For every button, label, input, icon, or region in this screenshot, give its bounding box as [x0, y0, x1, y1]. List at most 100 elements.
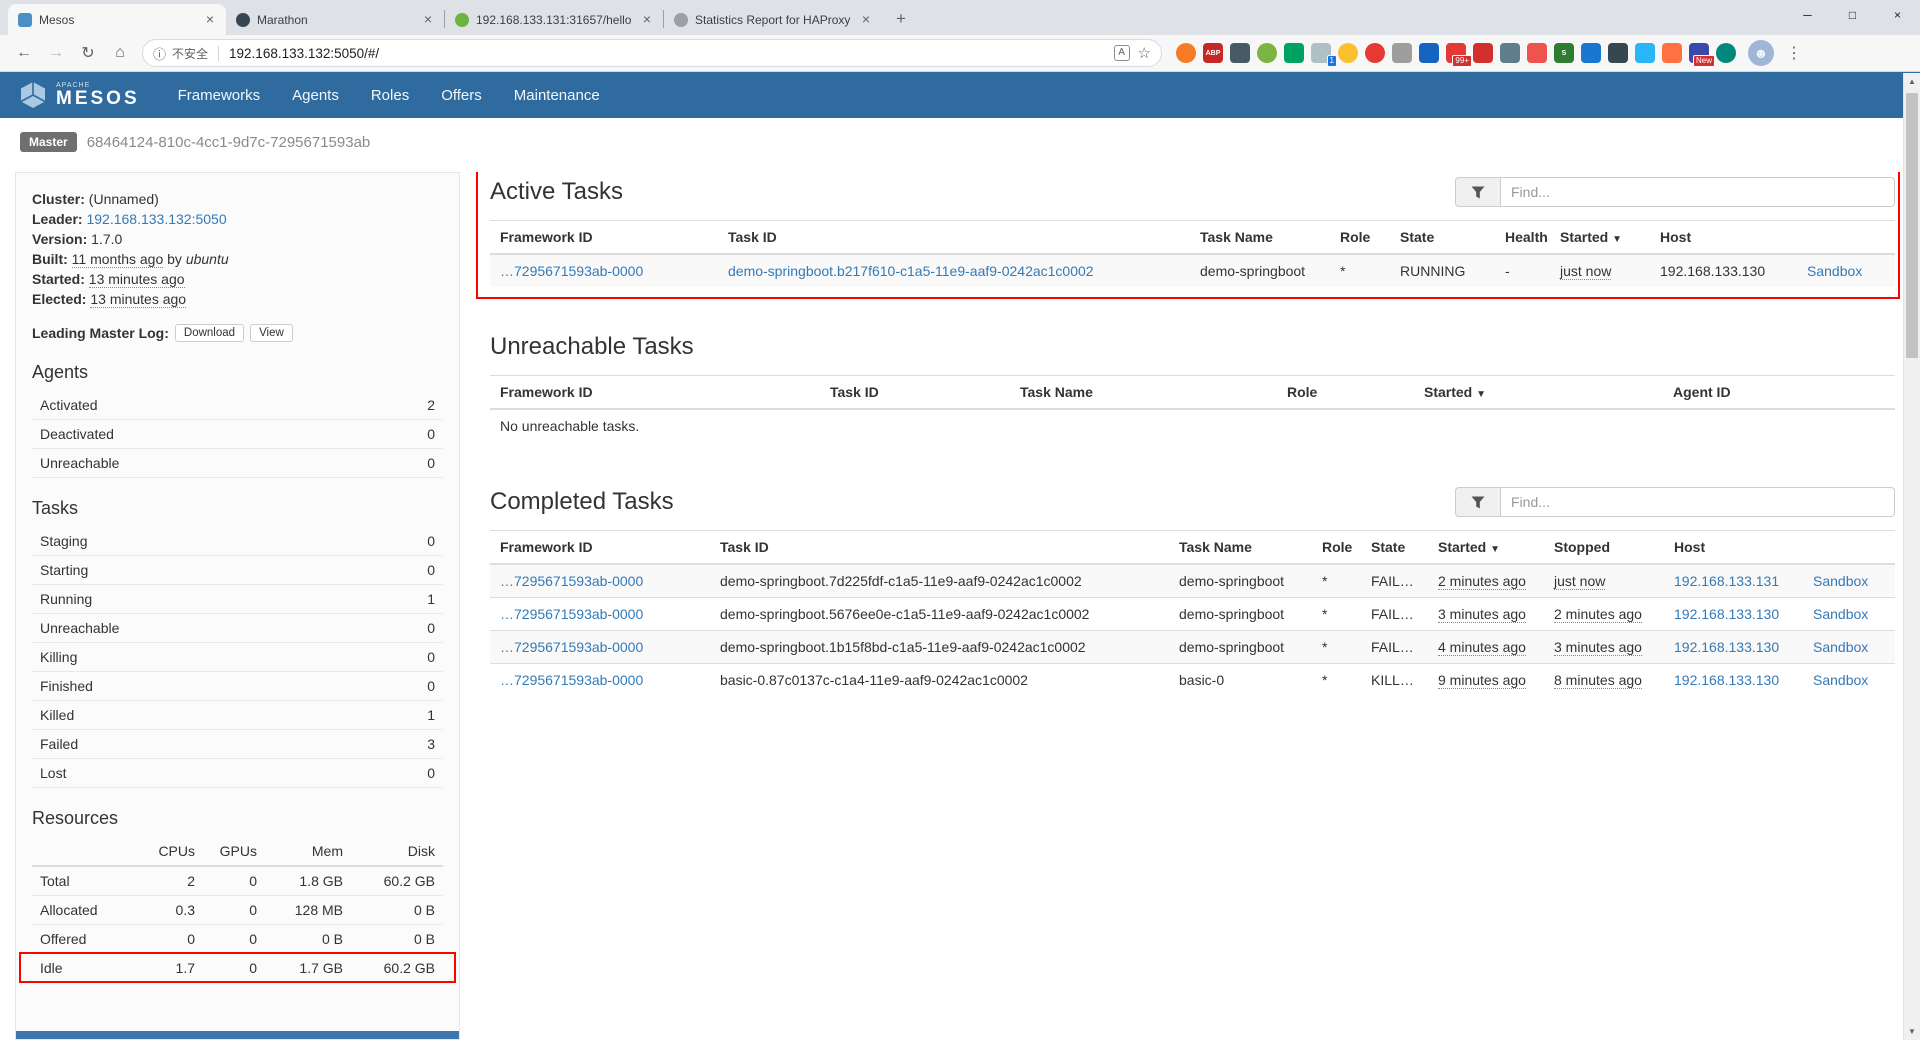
- tab-close-icon[interactable]: ×: [420, 12, 436, 28]
- tab-mesos[interactable]: Mesos ×: [8, 4, 226, 35]
- framework-link[interactable]: …7295671593ab-0000: [500, 639, 643, 655]
- back-icon[interactable]: ←: [10, 44, 38, 62]
- extension-icon-15[interactable]: S: [1554, 43, 1574, 63]
- col-started[interactable]: Started ▼: [1428, 531, 1544, 565]
- host-link[interactable]: 192.168.133.131: [1674, 573, 1779, 589]
- extension-icon-12[interactable]: [1473, 43, 1493, 63]
- sandbox-link[interactable]: Sandbox: [1807, 263, 1862, 279]
- extension-icon-2[interactable]: ABP: [1203, 43, 1223, 63]
- extension-icon-13[interactable]: [1500, 43, 1520, 63]
- extension-icon-5[interactable]: [1284, 43, 1304, 63]
- col-state[interactable]: State: [1390, 221, 1495, 255]
- tab-marathon[interactable]: Marathon ×: [226, 4, 444, 35]
- tab-close-icon[interactable]: ×: [202, 12, 218, 28]
- col-role[interactable]: Role: [1277, 376, 1414, 410]
- extension-icon-6[interactable]: 1: [1311, 43, 1331, 63]
- host-link[interactable]: 192.168.133.130: [1674, 606, 1779, 622]
- nav-item-offers[interactable]: Offers: [441, 87, 482, 104]
- sandbox-link[interactable]: Sandbox: [1813, 672, 1868, 688]
- sandbox-link[interactable]: Sandbox: [1813, 639, 1868, 655]
- col-framework-id[interactable]: Framework ID: [490, 221, 718, 255]
- col-started[interactable]: Started ▼: [1550, 221, 1650, 255]
- extension-icon-10[interactable]: [1419, 43, 1439, 63]
- scroll-up-icon[interactable]: ▲: [1904, 73, 1920, 90]
- scroll-down-icon[interactable]: ▼: [1904, 1023, 1920, 1040]
- tab-close-icon[interactable]: ×: [639, 12, 655, 28]
- extension-icon-18[interactable]: [1635, 43, 1655, 63]
- col-role[interactable]: Role: [1312, 531, 1361, 565]
- leader-link[interactable]: 192.168.133.132:5050: [86, 211, 226, 227]
- bookmark-star-icon[interactable]: ☆: [1138, 44, 1151, 62]
- extension-icon-9[interactable]: [1392, 43, 1412, 63]
- col-stopped[interactable]: Stopped: [1544, 531, 1664, 565]
- tab-hello-app[interactable]: 192.168.133.131:31657/hello ×: [445, 4, 663, 35]
- col-task-id[interactable]: Task ID: [710, 531, 1169, 565]
- extension-icon-20[interactable]: New: [1689, 43, 1709, 63]
- extension-icon-21[interactable]: [1716, 43, 1736, 63]
- extension-icon-14[interactable]: [1527, 43, 1547, 63]
- col-task-name[interactable]: Task Name: [1190, 221, 1330, 255]
- profile-avatar[interactable]: ☻: [1748, 40, 1774, 66]
- col-framework-id[interactable]: Framework ID: [490, 531, 710, 565]
- task-link[interactable]: demo-springboot.b217f610-c1a5-11e9-aaf9-…: [728, 263, 1094, 279]
- active-find-input[interactable]: [1501, 177, 1895, 207]
- col-task-name[interactable]: Task Name: [1010, 376, 1277, 410]
- extension-icon-8[interactable]: [1365, 43, 1385, 63]
- host-link[interactable]: 192.168.133.130: [1674, 639, 1779, 655]
- address-bar[interactable]: ⓘ 不安全 192.168.133.132:5050/#/ A ☆: [142, 39, 1162, 67]
- mesos-logo[interactable]: APACHE MESOS: [18, 80, 140, 110]
- nav-item-maintenance[interactable]: Maintenance: [514, 87, 600, 104]
- version-value: 1.7.0: [91, 231, 122, 247]
- extension-icon-19[interactable]: [1662, 43, 1682, 63]
- nav-item-roles[interactable]: Roles: [371, 87, 409, 104]
- log-download-button[interactable]: Download: [175, 324, 244, 342]
- close-button[interactable]: ×: [1875, 0, 1920, 30]
- translate-icon[interactable]: A: [1114, 45, 1130, 61]
- tab-close-icon[interactable]: ×: [858, 12, 874, 28]
- col-framework-id[interactable]: Framework ID: [490, 376, 820, 410]
- browser-menu-icon[interactable]: ⋮: [1778, 43, 1810, 63]
- vertical-scrollbar[interactable]: ▲ ▼: [1903, 73, 1920, 1040]
- home-icon[interactable]: ⌂: [106, 44, 134, 62]
- framework-link[interactable]: …7295671593ab-0000: [500, 573, 643, 589]
- extension-icon-7[interactable]: [1338, 43, 1358, 63]
- extension-icon-3[interactable]: [1230, 43, 1250, 63]
- tab-haproxy-stats[interactable]: Statistics Report for HAProxy ×: [664, 4, 882, 35]
- framework-link[interactable]: …7295671593ab-0000: [500, 606, 643, 622]
- maximize-button[interactable]: □: [1830, 0, 1875, 30]
- info-icon[interactable]: ⓘ: [153, 44, 166, 63]
- security-label: 不安全: [172, 45, 208, 62]
- forward-icon[interactable]: →: [42, 44, 70, 62]
- col-host[interactable]: Host: [1664, 531, 1803, 565]
- filter-icon[interactable]: [1455, 177, 1501, 207]
- col-health[interactable]: Health: [1495, 221, 1550, 255]
- nav-item-frameworks[interactable]: Frameworks: [178, 87, 261, 104]
- col-started[interactable]: Started ▼: [1414, 376, 1663, 410]
- col-host[interactable]: Host: [1650, 221, 1797, 255]
- extension-icon-17[interactable]: [1608, 43, 1628, 63]
- reload-icon[interactable]: ↻: [74, 43, 102, 63]
- col-task-name[interactable]: Task Name: [1169, 531, 1312, 565]
- col-state[interactable]: State: [1361, 531, 1428, 565]
- nav-item-agents[interactable]: Agents: [292, 87, 339, 104]
- filter-icon[interactable]: [1455, 487, 1501, 517]
- sandbox-link[interactable]: Sandbox: [1813, 606, 1868, 622]
- extension-icon-11[interactable]: 99+: [1446, 43, 1466, 63]
- minimize-button[interactable]: ─: [1785, 0, 1830, 30]
- extension-icon-16[interactable]: [1581, 43, 1601, 63]
- col-agent-id[interactable]: Agent ID: [1663, 376, 1895, 410]
- framework-link[interactable]: …7295671593ab-0000: [500, 672, 643, 688]
- col-role[interactable]: Role: [1330, 221, 1390, 255]
- extension-icon-1[interactable]: [1176, 43, 1196, 63]
- col-task-id[interactable]: Task ID: [820, 376, 1010, 410]
- extension-icon-4[interactable]: [1257, 43, 1277, 63]
- framework-link[interactable]: …7295671593ab-0000: [500, 263, 643, 279]
- log-view-button[interactable]: View: [250, 324, 293, 342]
- sandbox-link[interactable]: Sandbox: [1813, 573, 1868, 589]
- new-tab-button[interactable]: +: [888, 6, 914, 32]
- url-text[interactable]: 192.168.133.132:5050/#/: [229, 46, 1108, 61]
- completed-find-input[interactable]: [1501, 487, 1895, 517]
- host-link[interactable]: 192.168.133.130: [1674, 672, 1779, 688]
- scrollbar-thumb[interactable]: [1906, 93, 1918, 358]
- col-task-id[interactable]: Task ID: [718, 221, 1190, 255]
